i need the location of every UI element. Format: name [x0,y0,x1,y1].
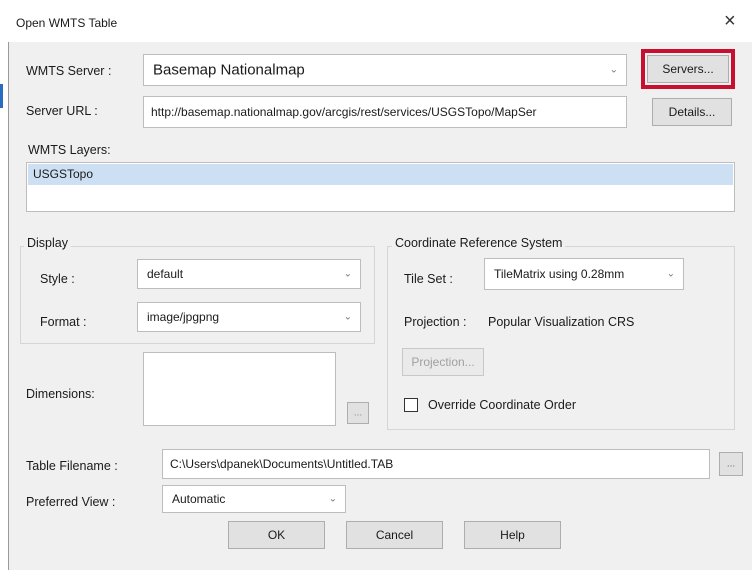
tile-set-select[interactable]: TileMatrix using 0.28mm ⌄ [484,258,684,290]
ok-button-label: OK [267,528,286,542]
dimensions-label: Dimensions: [26,387,95,401]
override-order-checkbox[interactable] [404,398,418,412]
details-button[interactable]: Details... [652,98,732,126]
chevron-down-icon: ⌄ [328,493,337,505]
preferred-view-select[interactable]: Automatic ⌄ [162,485,346,513]
style-select[interactable]: default ⌄ [137,259,361,289]
chevron-down-icon: ⌄ [666,268,675,280]
table-browse-label: ... [726,458,736,470]
chevron-down-icon: ⌄ [609,64,618,76]
style-label: Style : [40,272,75,286]
table-browse-button[interactable]: ... [719,452,743,476]
server-url-value: http://basemap.nationalmap.gov/arcgis/re… [151,105,537,119]
ok-button[interactable]: OK [228,521,325,549]
projection-value: Popular Visualization CRS [488,315,635,329]
dialog-title: Open WMTS Table [16,16,118,30]
projection-button-label: Projection... [411,355,475,369]
cancel-button[interactable]: Cancel [346,521,443,549]
tile-set-label: Tile Set : [404,272,453,286]
server-url-field[interactable]: http://basemap.nationalmap.gov/arcgis/re… [143,96,627,128]
list-item[interactable]: USGSTopo [28,164,733,185]
table-filename-label: Table Filename : [26,459,118,473]
tile-set-value: TileMatrix using 0.28mm [494,267,625,281]
wmts-server-label: WMTS Server : [26,64,112,78]
format-label: Format : [40,315,87,329]
dimensions-browse-label: ... [353,407,363,419]
help-button-label: Help [500,528,525,542]
servers-button-label: Servers... [662,62,714,76]
override-order-label: Override Coordinate Order [428,398,576,412]
preferred-view-value: Automatic [172,492,226,506]
title-bar [8,6,752,42]
table-filename-value: C:\Users\dpanek\Documents\Untitled.TAB [170,457,394,471]
dimensions-browse-button[interactable]: ... [347,402,369,424]
display-group-title: Display [24,236,71,250]
wmts-layers-label: WMTS Layers: [28,143,111,157]
wmts-server-value: Basemap Nationalmap [153,61,305,79]
list-item-label: USGSTopo [33,167,94,181]
dimensions-box[interactable] [143,352,336,426]
details-button-label: Details... [668,105,716,119]
wmts-layers-list[interactable]: USGSTopo [26,162,735,212]
chevron-down-icon: ⌄ [343,268,352,280]
close-icon[interactable]: × [724,11,736,31]
projection-button[interactable]: Projection... [402,348,484,376]
format-select[interactable]: image/jpgpng ⌄ [137,302,361,332]
cancel-button-label: Cancel [375,528,414,542]
servers-button[interactable]: Servers... [647,55,729,83]
crs-group-title: Coordinate Reference System [392,236,566,250]
style-value: default [147,267,184,281]
wmts-server-select[interactable]: Basemap Nationalmap ⌄ [143,54,627,86]
background-accent [0,84,3,108]
table-filename-field[interactable]: C:\Users\dpanek\Documents\Untitled.TAB [162,449,710,479]
chevron-down-icon: ⌄ [343,311,352,323]
format-value: image/jpgpng [147,310,220,324]
server-url-label: Server URL : [26,104,98,118]
preferred-view-label: Preferred View : [26,495,116,509]
help-button[interactable]: Help [464,521,561,549]
projection-label: Projection : [404,315,467,329]
